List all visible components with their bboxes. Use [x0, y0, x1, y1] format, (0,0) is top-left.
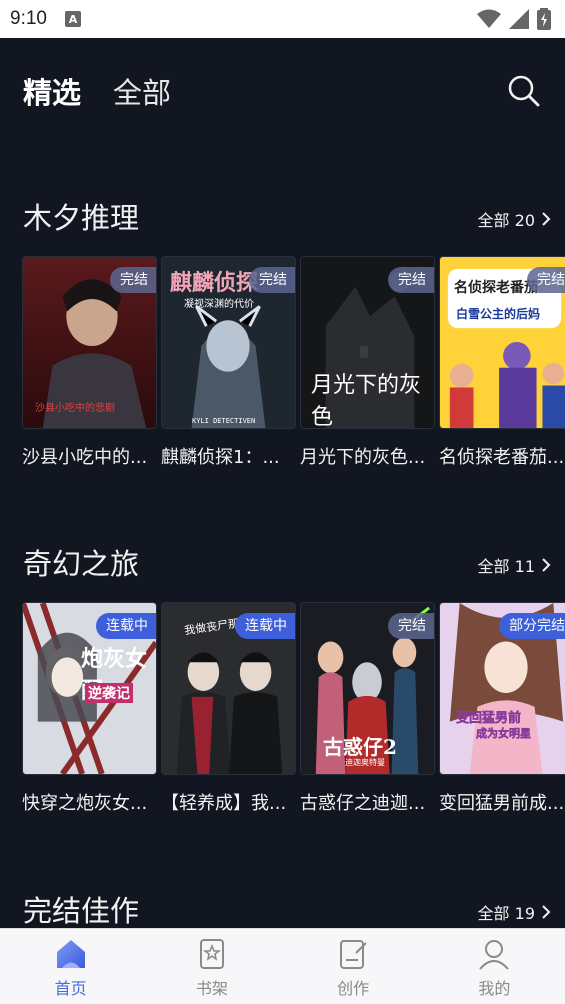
- chevron-right-icon: [542, 905, 551, 919]
- app-content: 精选 全部 木夕推理 全部 20 沙县小吃中的悲剧 完结 沙县小吃中的... 麒…: [0, 38, 565, 928]
- status-badge: 完结: [249, 267, 295, 293]
- tab-featured[interactable]: 精选: [23, 70, 81, 112]
- nav-bookshelf-label: 书架: [195, 979, 228, 998]
- nav-home[interactable]: 首页: [0, 929, 141, 1004]
- nav-profile[interactable]: 我的: [424, 929, 565, 1004]
- book-card[interactable]: 我做丧尸那些年 连载中 【轻养成】我...: [161, 602, 296, 815]
- tab-all[interactable]: 全部: [113, 70, 171, 112]
- status-badge: 完结: [110, 267, 156, 293]
- see-all-button[interactable]: 全部 11: [478, 553, 551, 577]
- see-all-label: 全部 19: [477, 904, 535, 923]
- cover-caption: 变回猛男前: [456, 711, 522, 727]
- cover-subtitle: 成为女明星: [476, 727, 532, 741]
- book-title: 名侦探老番茄...: [439, 447, 565, 468]
- status-badge: 完结: [388, 267, 434, 293]
- book-cover: 古惑仔2 迪迦奥特曼 完结: [300, 602, 435, 775]
- cover-subtitle: 凝视深渊的代价: [184, 299, 254, 310]
- book-title: 麒麟侦探1：...: [161, 447, 280, 468]
- see-all-label: 全部 20: [477, 211, 535, 230]
- book-title: 变回猛男前成...: [439, 793, 565, 814]
- status-badge: 完结: [388, 613, 434, 639]
- book-card[interactable]: 古惑仔2 迪迦奥特曼 完结 古惑仔之迪迦...: [300, 602, 435, 815]
- status-bar: 9:10 A: [0, 0, 565, 38]
- wifi-icon: [477, 9, 501, 28]
- signal-icon: [509, 9, 529, 29]
- book-card[interactable]: 麒麟侦探 凝视深渊的代价 KYLI DETECTIVEN 完结 麒麟侦探1：..…: [161, 256, 296, 469]
- see-all-label: 全部 11: [477, 557, 535, 576]
- cover-subtitle: 逆袭记: [85, 683, 133, 703]
- cover-subtitle: 白雪公主的后妈: [456, 307, 541, 321]
- book-cover: 麒麟侦探 凝视深渊的代价 KYLI DETECTIVEN 完结: [161, 256, 296, 429]
- section-mystery: 木夕推理 全部 20 沙县小吃中的悲剧 完结 沙县小吃中的... 麒麟侦探 凝视…: [0, 195, 565, 485]
- book-cover: 变回猛男前 成为女明星 部分完结: [439, 602, 565, 775]
- book-card[interactable]: 名侦探老番茄 白雪公主的后妈 完结 名侦探老番茄...: [439, 256, 565, 469]
- book-card[interactable]: 变回猛男前 成为女明星 部分完结 变回猛男前成...: [439, 602, 565, 815]
- book-card[interactable]: 沙县小吃中的悲剧 完结 沙县小吃中的...: [22, 256, 157, 469]
- cover-subtitle: 迪迦奥特曼: [345, 758, 385, 767]
- nav-create[interactable]: 创作: [283, 929, 424, 1004]
- book-title: 月光下的灰色...: [300, 447, 426, 468]
- home-icon: [56, 940, 85, 968]
- book-title: 【轻养成】我...: [161, 793, 287, 814]
- chevron-right-icon: [542, 212, 551, 226]
- cover-caption: 古惑仔2: [323, 735, 397, 759]
- cover-caption: 名侦探老番茄: [454, 280, 538, 296]
- book-title: 快穿之炮灰女...: [22, 793, 148, 814]
- book-card[interactable]: 炮灰女配 逆袭记 连载中 快穿之炮灰女...: [22, 602, 157, 815]
- cover-english: KYLI DETECTIVEN: [192, 417, 256, 425]
- cover-caption: 月光下的灰色: [311, 373, 422, 429]
- cover-caption: 沙县小吃中的悲剧: [35, 403, 115, 414]
- chevron-right-icon: [542, 558, 551, 572]
- book-title: 沙县小吃中的...: [22, 447, 148, 468]
- status-time: 9:10: [10, 8, 47, 29]
- status-badge: 完结: [527, 267, 565, 293]
- section-title: 木夕推理: [23, 201, 140, 235]
- bottom-nav: 首页 书架 创作 我的: [0, 928, 565, 1004]
- search-icon[interactable]: [507, 74, 541, 108]
- book-cover: 我做丧尸那些年 连载中: [161, 602, 296, 775]
- create-icon: [340, 940, 367, 969]
- section-fantasy: 奇幻之旅 全部 11 炮灰女配 逆袭记 连载中 快穿之炮灰女... 我做丧尸那些…: [0, 541, 565, 831]
- book-cover: 炮灰女配 逆袭记 连载中: [22, 602, 157, 775]
- book-cover: 沙县小吃中的悲剧 完结: [22, 256, 157, 429]
- bookshelf-icon: [199, 939, 224, 969]
- section-title: 奇幻之旅: [23, 547, 140, 581]
- book-card[interactable]: 月光下的灰色 完结 月光下的灰色...: [300, 256, 435, 469]
- profile-icon: [479, 940, 510, 970]
- status-badge: 连载中: [96, 613, 156, 639]
- notification-icon: A: [64, 11, 81, 27]
- book-title: 古惑仔之迪迦...: [300, 793, 426, 814]
- see-all-button[interactable]: 全部 20: [478, 207, 551, 231]
- nav-home-label: 首页: [54, 979, 87, 998]
- section-completed: 完结佳作 全部 19: [0, 888, 565, 928]
- status-badge: 连载中: [235, 613, 295, 639]
- section-title: 完结佳作: [23, 894, 140, 928]
- nav-profile-label: 我的: [478, 979, 511, 998]
- nav-create-label: 创作: [337, 979, 370, 998]
- see-all-button[interactable]: 全部 19: [478, 900, 551, 924]
- battery-icon: [537, 8, 551, 30]
- status-badge: 部分完结: [499, 613, 565, 639]
- cover-caption: 麒麟侦探: [170, 270, 259, 296]
- top-bar: 精选 全部: [0, 38, 565, 138]
- nav-bookshelf[interactable]: 书架: [141, 929, 282, 1004]
- book-cover: 名侦探老番茄 白雪公主的后妈 完结: [439, 256, 565, 429]
- book-cover: 月光下的灰色 完结: [300, 256, 435, 429]
